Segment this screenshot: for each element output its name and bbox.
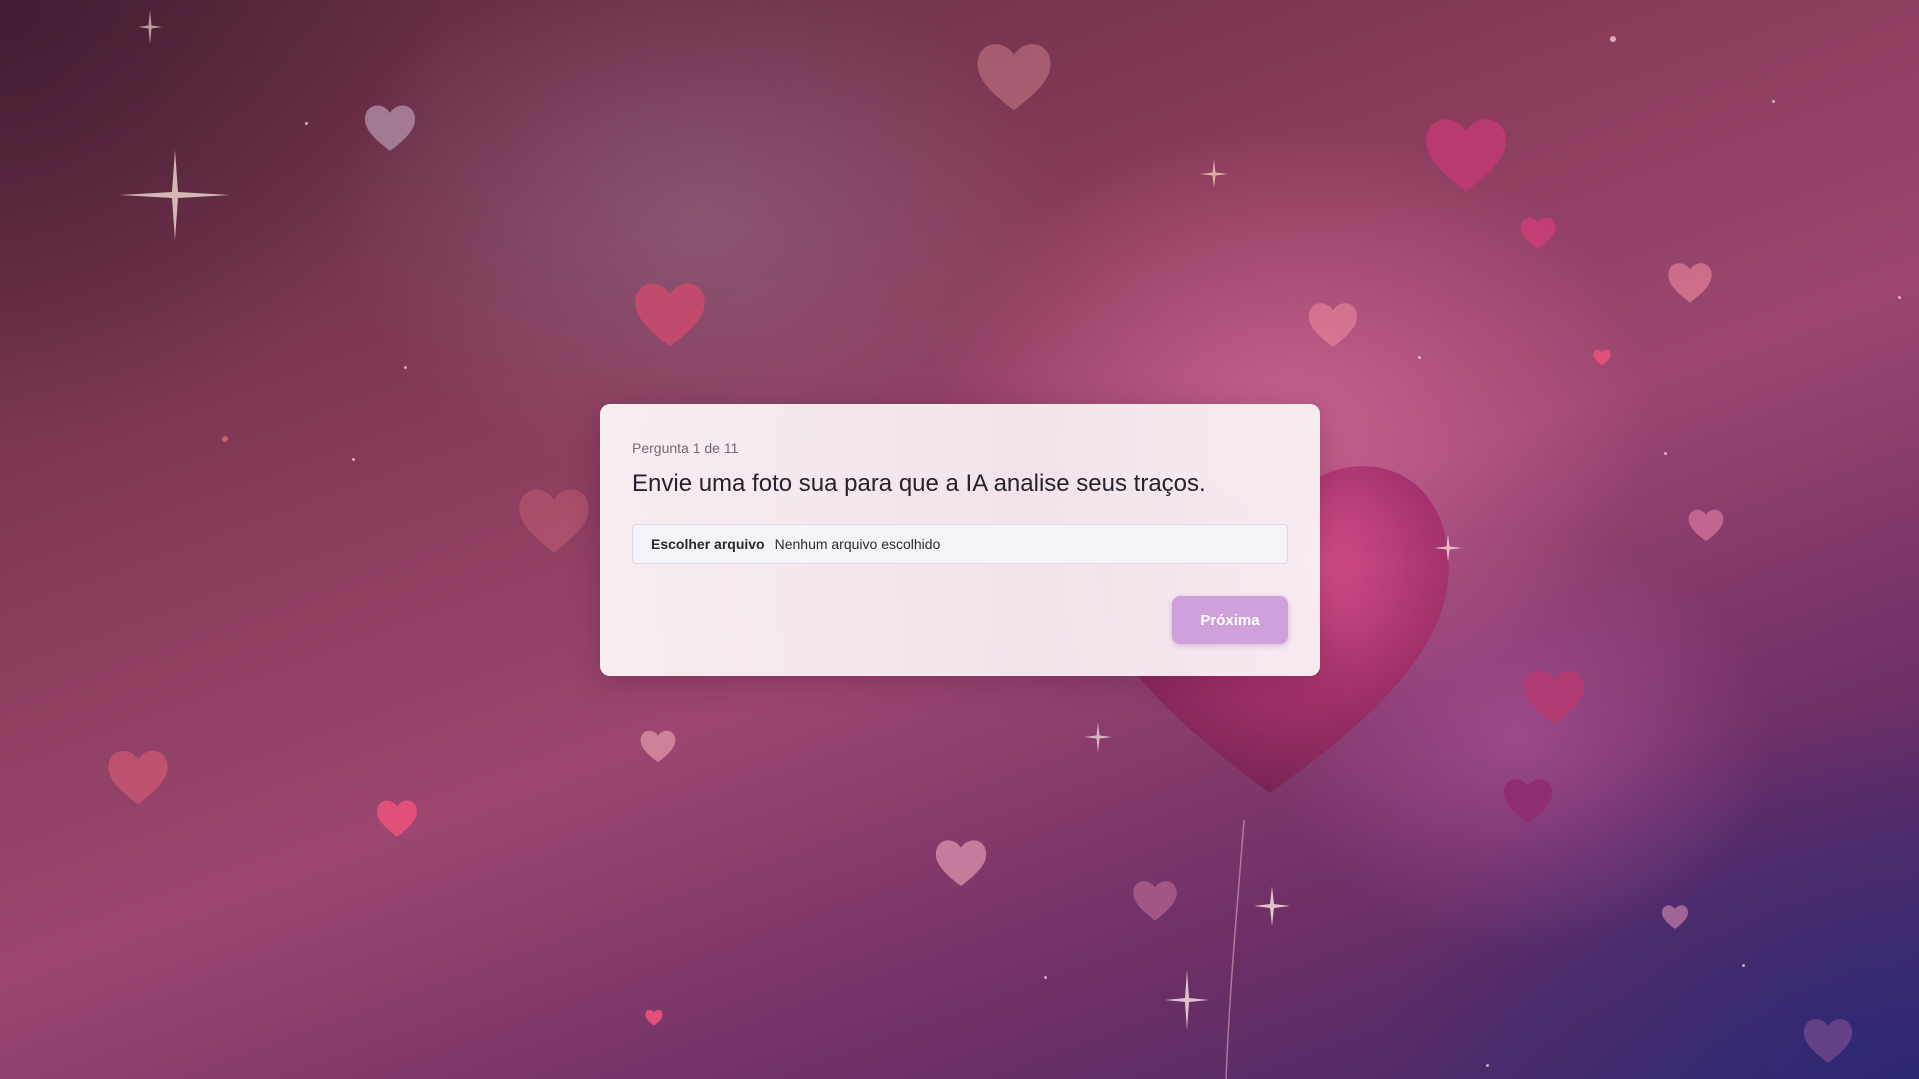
heart-icon [977, 44, 1051, 111]
star-dot [305, 122, 308, 125]
heart-icon [364, 105, 416, 151]
question-counter: Pergunta 1 de 11 [632, 440, 739, 456]
star-dot [1742, 964, 1745, 967]
star-dot [1772, 100, 1775, 103]
heart-icon [1308, 303, 1358, 347]
next-button[interactable]: Próxima [1172, 596, 1288, 644]
heart-icon [1520, 217, 1556, 250]
heart-icon [640, 730, 676, 763]
heart-icon [1803, 1019, 1853, 1063]
sparkle-icon [1200, 160, 1228, 188]
question-title: Envie uma foto sua para que a IA analise… [632, 470, 1206, 497]
file-upload-input[interactable]: Escolher arquivo Nenhum arquivo escolhid… [632, 524, 1288, 564]
sparkle-icon [138, 10, 162, 44]
star-dot [1486, 1064, 1489, 1067]
heart-icon [1661, 905, 1689, 929]
question-card: Pergunta 1 de 11 Envie uma foto sua para… [600, 404, 1320, 676]
star-dot [222, 436, 228, 442]
sparkle-icon [1084, 722, 1112, 752]
heart-icon [1426, 119, 1506, 192]
sparkle-icon [1165, 970, 1209, 1030]
choose-file-button[interactable]: Escolher arquivo [651, 536, 765, 552]
star-dot [1418, 356, 1421, 359]
star-dot [1610, 36, 1616, 42]
sparkle-icon [1434, 534, 1462, 562]
heart-icon [1668, 263, 1712, 303]
heart-icon [645, 1009, 663, 1026]
heart-icon [1524, 670, 1584, 725]
sparkle-icon [1254, 886, 1290, 926]
heart-icon [1503, 779, 1553, 823]
heart-icon [377, 800, 417, 837]
star-dot [1664, 452, 1667, 455]
balloon-string [1225, 820, 1245, 1079]
star-dot [1898, 296, 1901, 299]
heart-icon [935, 840, 987, 886]
star-dot [404, 366, 407, 369]
heart-icon [519, 489, 589, 553]
heart-icon [108, 750, 168, 805]
heart-icon [1688, 509, 1724, 542]
file-status-text: Nenhum arquivo escolhido [774, 536, 941, 552]
heart-icon [635, 283, 705, 347]
sparkle-icon [120, 150, 230, 240]
star-dot [1044, 976, 1047, 979]
star-dot [352, 458, 355, 461]
heart-icon [1593, 349, 1611, 366]
heart-icon [1133, 881, 1177, 921]
